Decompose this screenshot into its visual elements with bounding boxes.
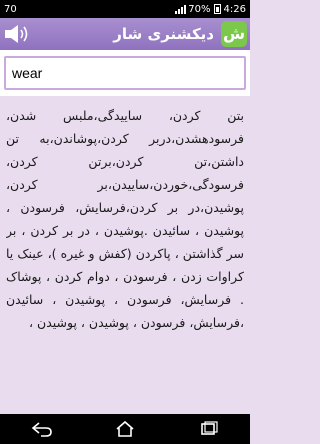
navigation-bar [0, 414, 250, 444]
battery-icon [213, 4, 221, 14]
app-title: دیکشنری شار [113, 25, 214, 43]
notification-count: 70 [4, 3, 17, 15]
search-input[interactable] [4, 56, 246, 90]
battery-percent: 70% [188, 3, 211, 15]
recent-apps-icon[interactable] [195, 420, 221, 438]
speaker-icon[interactable] [4, 24, 32, 44]
translation-result: بتن کردن، ساییدگی،ملبس شدن، فرسودهشدن،در… [6, 108, 244, 330]
app-logo: ش [221, 21, 247, 47]
home-icon[interactable] [112, 420, 138, 438]
search-area [0, 50, 250, 96]
signal-icon [175, 4, 187, 14]
title-bar: دیکشنری شار ش [0, 18, 250, 50]
status-bar: 70 70% 4:26 [0, 0, 250, 18]
clock: 4:26 [223, 3, 246, 15]
back-icon[interactable] [29, 420, 55, 438]
